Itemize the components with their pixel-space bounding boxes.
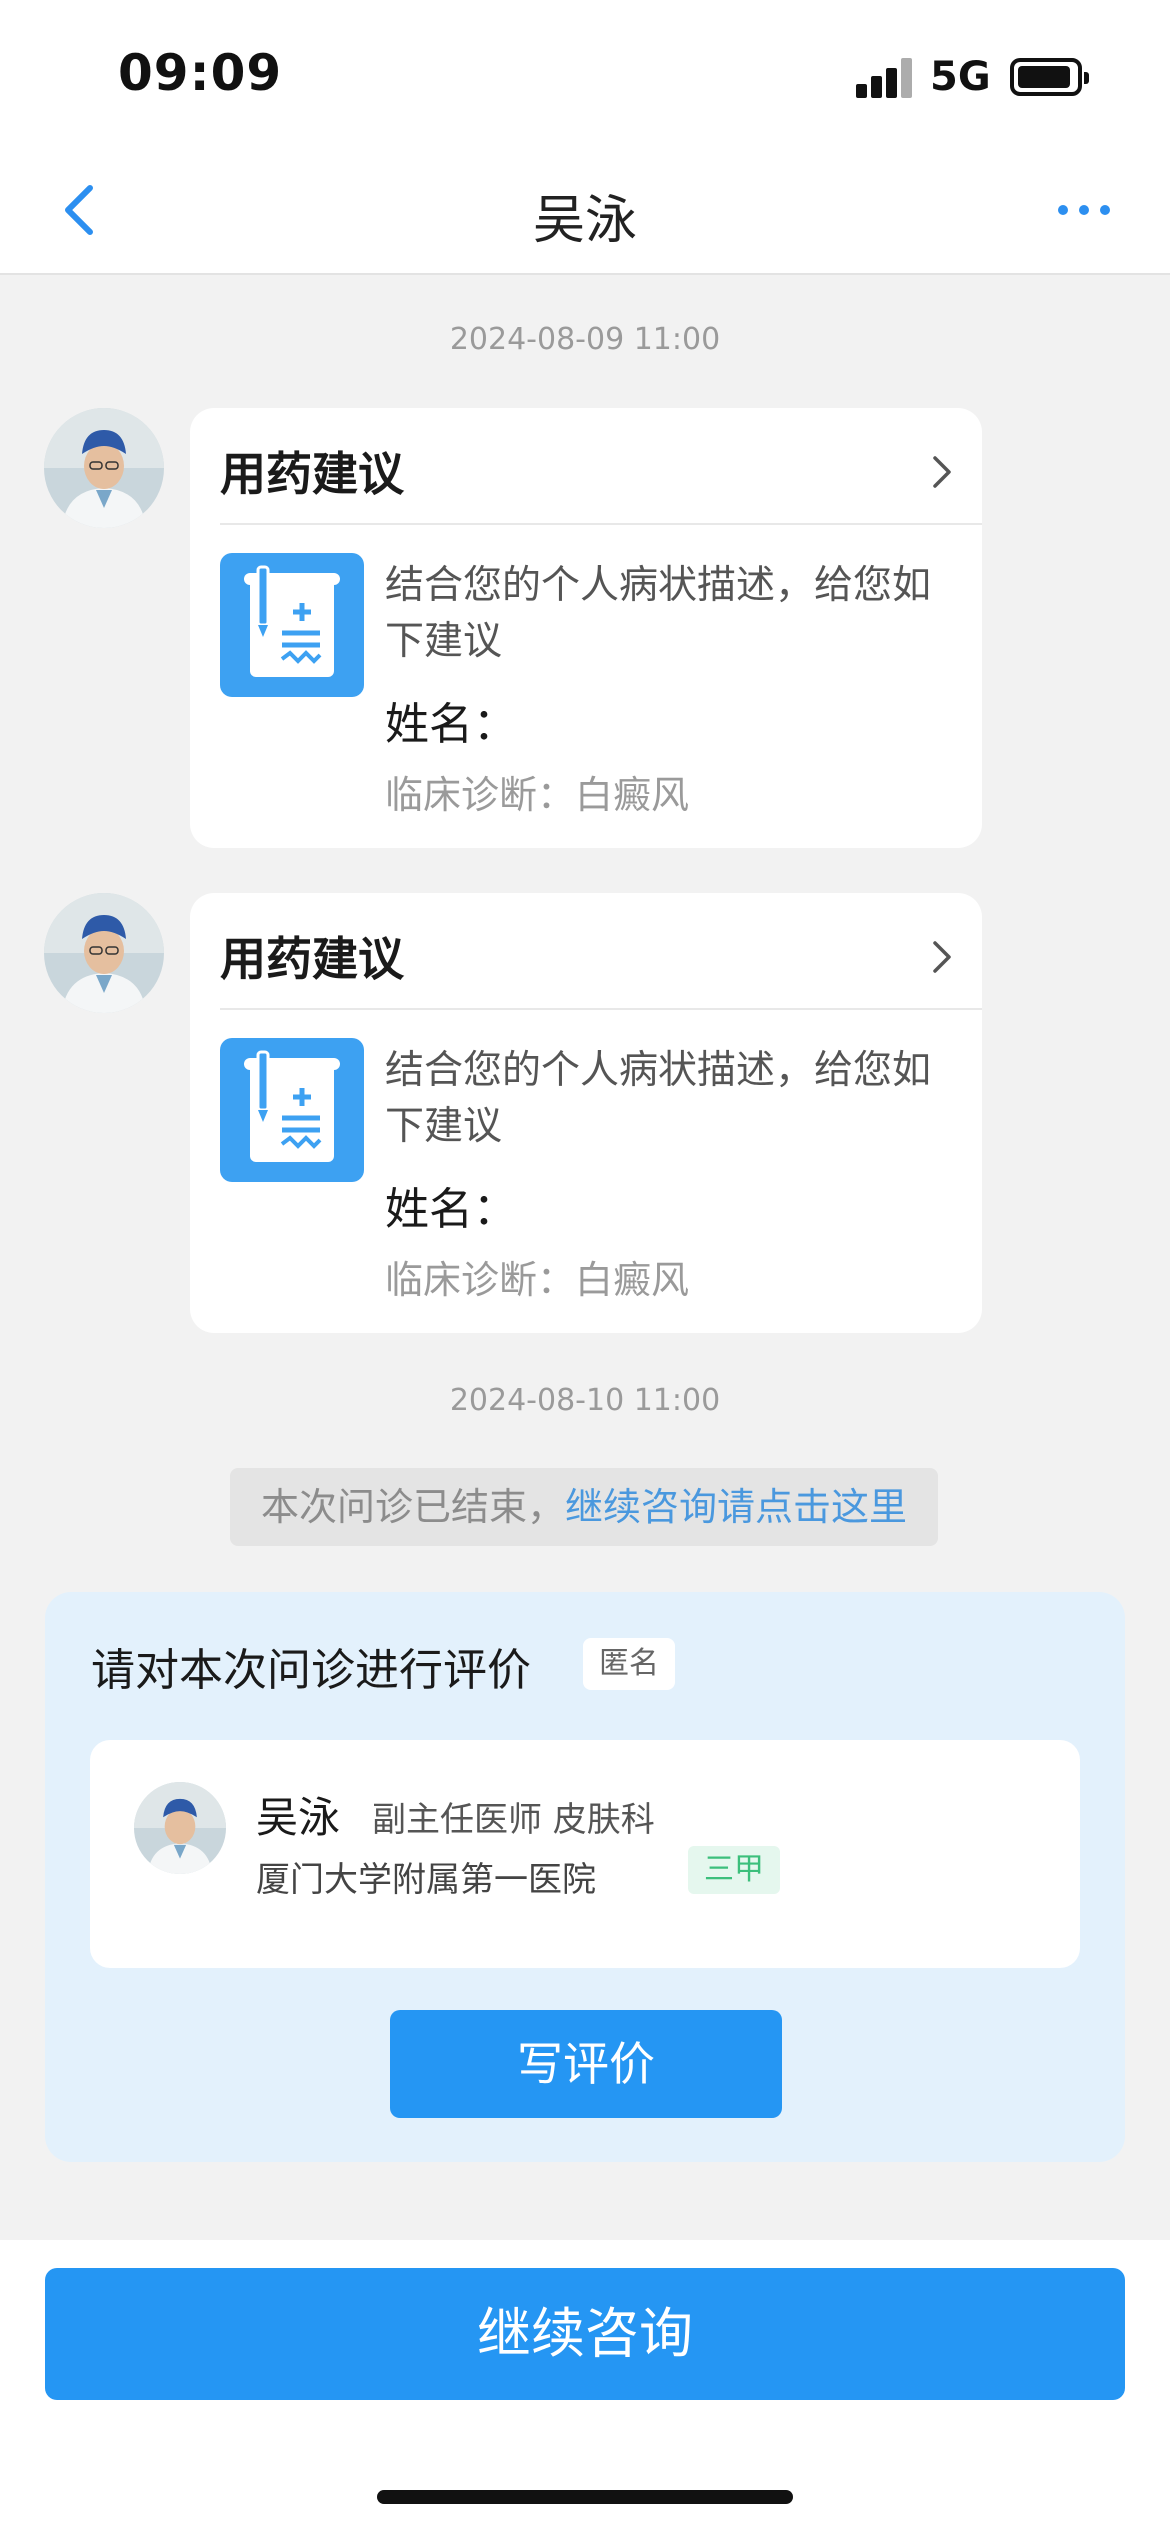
signal-icon: [856, 58, 914, 98]
review-panel: 请对本次问诊进行评价 匿名 吴泳 副主任医师 皮肤科 厦门大学附属第一医院 三甲…: [45, 1592, 1125, 2162]
more-options-icon[interactable]: [1058, 202, 1114, 218]
battery-icon: [1010, 58, 1089, 96]
doctor-avatar[interactable]: [44, 893, 164, 1013]
patient-name-label: 姓名：: [385, 699, 517, 750]
medication-advice-card[interactable]: 用药建议 结合您的个人病状描述，给您如下建议 姓名： 临床诊断：白癜风: [190, 408, 982, 848]
clinical-diagnosis: 临床诊断：白癜风: [385, 1258, 690, 1302]
card-title: 用药建议: [220, 447, 404, 501]
prescription-icon: [220, 1038, 364, 1182]
medication-advice-card[interactable]: 用药建议 结合您的个人病状描述，给您如下建议 姓名： 临床诊断：白癜风: [190, 893, 982, 1333]
nav-bar: 吴泳: [0, 150, 1170, 275]
consultation-ended-notice: 本次问诊已结束，继续咨询请点击这里: [230, 1468, 938, 1546]
review-title: 请对本次问诊进行评价: [91, 1645, 531, 1696]
message-timestamp: 2024-08-09 11:00: [449, 322, 721, 357]
chat-screen: 09:09 5G 吴泳 2024-08-09 11:00 用药建议 结合您的个人…: [0, 0, 1170, 2532]
anonymous-badge: 匿名: [583, 1638, 675, 1690]
card-title: 用药建议: [220, 932, 404, 986]
card-divider: [220, 1008, 982, 1010]
chevron-right-icon: [933, 941, 951, 973]
write-review-button[interactable]: 写评价: [390, 2010, 782, 2118]
doctor-avatar: [134, 1782, 226, 1874]
doctor-title: 副主任医师 皮肤科: [372, 1800, 655, 1840]
card-description: 结合您的个人病状描述，给您如下建议: [385, 563, 932, 664]
network-label: 5G: [930, 54, 991, 100]
hospital-name: 厦门大学附属第一医院: [256, 1860, 596, 1900]
continue-consult-link[interactable]: 继续咨询请点击这里: [565, 1485, 907, 1529]
home-indicator[interactable]: [377, 2490, 793, 2504]
doctor-info-card: 吴泳 副主任医师 皮肤科 厦门大学附属第一医院 三甲: [90, 1740, 1080, 1968]
card-description: 结合您的个人病状描述，给您如下建议: [385, 1048, 932, 1149]
card-divider: [220, 523, 982, 525]
hospital-level-badge: 三甲: [688, 1846, 780, 1894]
doctor-name: 吴泳: [256, 1793, 341, 1842]
chevron-right-icon: [933, 456, 951, 488]
continue-consult-button[interactable]: 继续咨询: [45, 2268, 1125, 2400]
status-bar: 09:09 5G: [0, 0, 1170, 150]
clinical-diagnosis: 临床诊断：白癜风: [385, 773, 690, 817]
status-time: 09:09: [118, 44, 283, 102]
patient-name-label: 姓名：: [385, 1184, 517, 1235]
page-title: 吴泳: [532, 191, 637, 251]
prescription-icon: [220, 553, 364, 697]
bottom-bar: 继续咨询: [0, 2240, 1170, 2532]
doctor-avatar[interactable]: [44, 408, 164, 528]
message-timestamp: 2024-08-10 11:00: [449, 1383, 721, 1418]
notice-text: 本次问诊已结束，: [260, 1485, 565, 1529]
